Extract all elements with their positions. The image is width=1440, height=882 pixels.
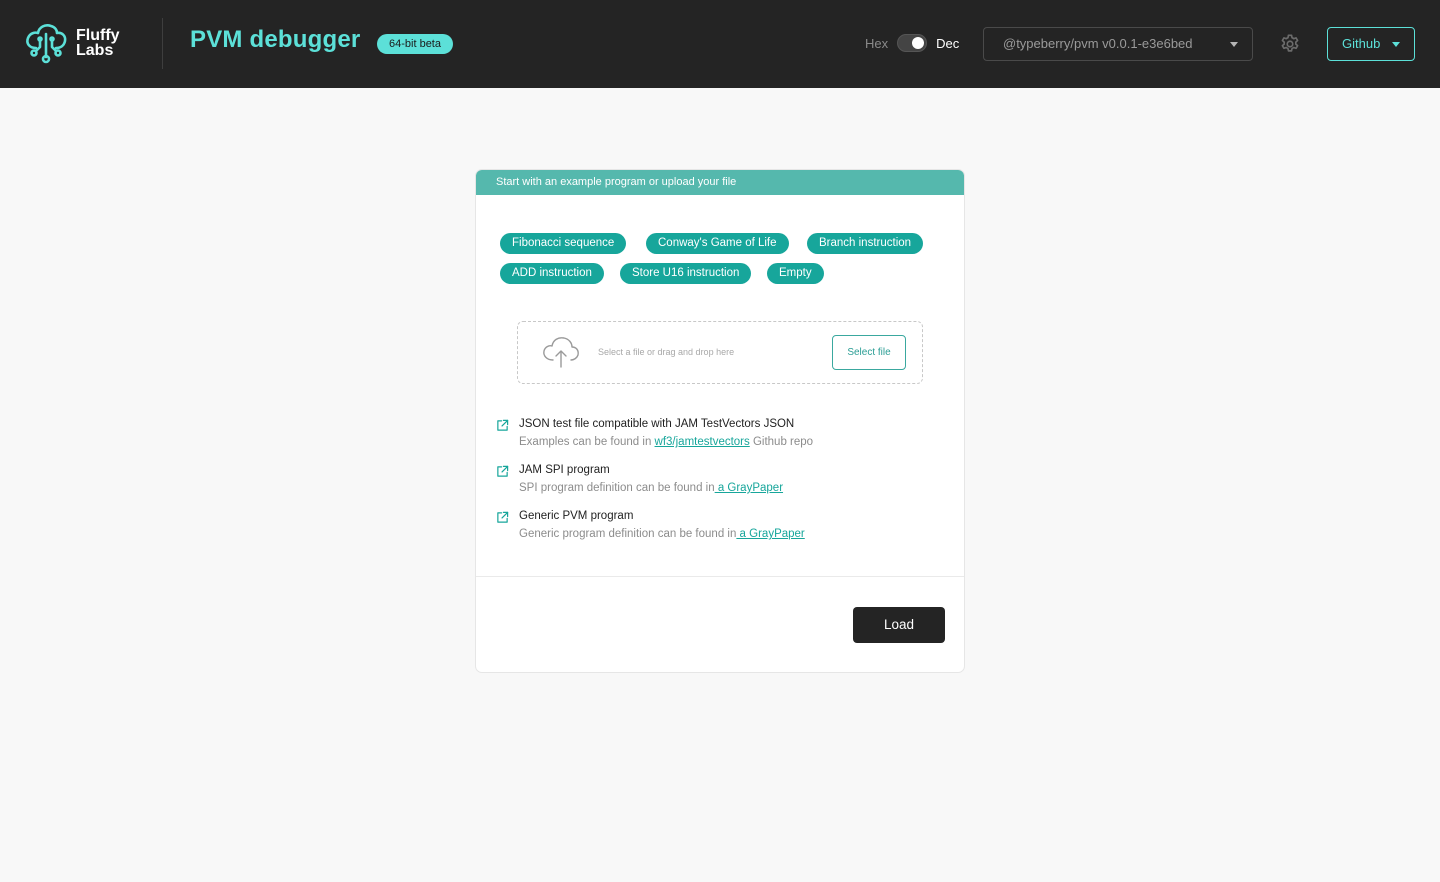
- external-link-icon: [497, 419, 509, 431]
- logo-wordmark: Fluffy Labs: [76, 27, 120, 59]
- format-desc-suffix: Github repo: [749, 436, 814, 448]
- format-desc-prefix: Examples can be found in: [519, 436, 655, 448]
- example-chip-branch[interactable]: Branch instruction: [807, 233, 924, 254]
- format-title: JSON test file compatible with JAM TestV…: [519, 418, 795, 430]
- format-desc-prefix: SPI program definition can be found in: [519, 482, 715, 494]
- github-button[interactable]: Github: [1327, 27, 1415, 61]
- dropzone-prompt: Select a file or drag and drop here: [598, 347, 735, 357]
- example-chip-fibonacci[interactable]: Fibonacci sequence: [500, 233, 627, 254]
- gear-icon[interactable]: [1279, 33, 1301, 55]
- number-format-toggle: Hex Dec: [865, 34, 959, 52]
- beta-badge: 64-bit beta: [377, 34, 453, 54]
- load-program-card: Start with an example program or upload …: [475, 169, 965, 673]
- graypaper-link[interactable]: a GrayPaper: [715, 482, 783, 494]
- example-chip-empty[interactable]: Empty: [767, 263, 824, 284]
- external-link-icon: [497, 511, 509, 523]
- pvm-version-select[interactable]: @typeberry/pvm v0.0.1-e3e6bed: [983, 27, 1253, 61]
- example-chip-game-of-life[interactable]: Conway's Game of Life: [646, 233, 789, 254]
- toggle-label-hex[interactable]: Hex: [865, 36, 888, 51]
- switch-knob: [912, 37, 925, 49]
- card-header: Start with an example program or upload …: [476, 170, 964, 195]
- example-chip-store-u16[interactable]: Store U16 instruction: [620, 263, 752, 284]
- github-label: Github: [1342, 36, 1381, 51]
- pvm-version-value: @typeberry/pvm v0.0.1-e3e6bed: [1003, 36, 1193, 51]
- format-desc-prefix: Generic program definition can be found …: [519, 528, 737, 540]
- file-dropzone[interactable]: Select a file or drag and drop here Sele…: [517, 321, 923, 384]
- jamtestvectors-link[interactable]: wf3/jamtestvectors: [655, 436, 750, 448]
- logo-line-2: Labs: [76, 42, 114, 59]
- card-footer-divider: [476, 576, 964, 577]
- format-title: Generic PVM program: [519, 510, 634, 522]
- cloud-upload-icon: [543, 337, 579, 368]
- format-description: SPI program definition can be found in a…: [519, 482, 783, 494]
- example-chip-add[interactable]: ADD instruction: [500, 263, 604, 284]
- select-file-button[interactable]: Select file: [832, 335, 906, 370]
- load-button[interactable]: Load: [853, 607, 945, 643]
- chevron-down-icon: [1392, 42, 1400, 47]
- top-bar: Fluffy Labs PVM debugger 64-bit beta Hex…: [0, 0, 1440, 88]
- cloud-circuit-icon: [26, 24, 67, 64]
- logo-line-1: Fluffy: [76, 27, 120, 44]
- format-description: Generic program definition can be found …: [519, 528, 805, 540]
- page-title: PVM debugger: [190, 26, 361, 53]
- format-title: JAM SPI program: [519, 464, 610, 476]
- toggle-label-dec[interactable]: Dec: [936, 36, 959, 51]
- external-link-icon: [497, 465, 509, 477]
- chevron-down-icon: [1230, 42, 1238, 47]
- graypaper-link[interactable]: a GrayPaper: [736, 528, 805, 540]
- hex-dec-switch[interactable]: [897, 34, 928, 52]
- fluffy-labs-logo[interactable]: Fluffy Labs: [24, 21, 120, 65]
- format-description: Examples can be found in wf3/jamtestvect…: [519, 436, 813, 448]
- header-divider: [162, 18, 163, 69]
